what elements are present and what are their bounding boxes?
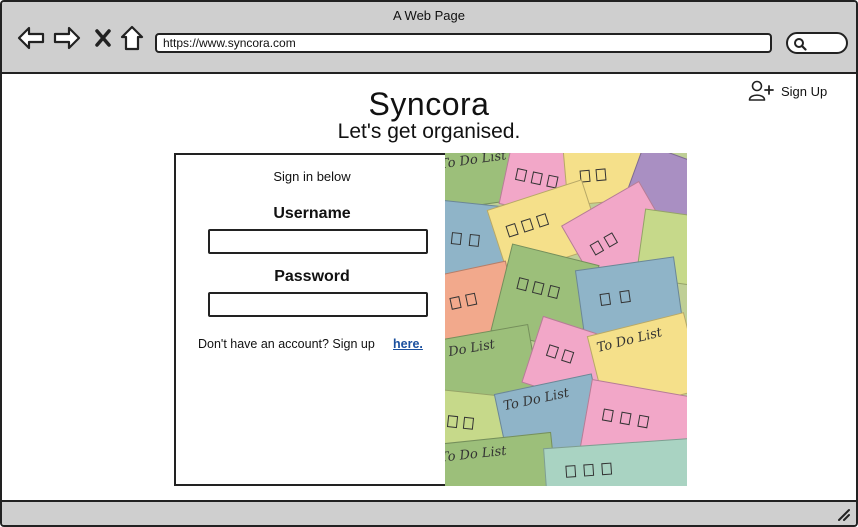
search-icon [794, 38, 807, 51]
brand-title: Syncora [368, 86, 490, 122]
forward-arrow-icon[interactable] [52, 24, 82, 52]
close-x-icon[interactable] [92, 24, 114, 52]
password-input[interactable] [208, 292, 428, 317]
browser-chrome: A Web Page https://www.syncora.com [2, 2, 856, 74]
status-bar [2, 500, 856, 525]
login-panel: Sign in below Username Password Don't ha… [174, 153, 448, 486]
resize-grip-icon[interactable] [836, 507, 850, 521]
home-icon[interactable] [119, 24, 145, 52]
username-input[interactable] [208, 229, 428, 254]
password-label: Password [274, 268, 350, 285]
todo-notes-image: To Do List To Do List To Do List To Do L… [445, 153, 687, 486]
tagline: Let's get organised. [337, 120, 521, 143]
username-label: Username [273, 205, 351, 222]
note-text: To Do List [445, 337, 497, 363]
signin-caption: Sign in below [273, 169, 351, 184]
browser-window: A Web Page https://www.syncora.com Sign … [0, 0, 858, 527]
url-input[interactable]: https://www.syncora.com [155, 33, 772, 53]
signup-here-link[interactable]: here. [393, 337, 423, 351]
note-text: To Do List [445, 443, 508, 466]
window-title: A Web Page [392, 8, 466, 23]
browser-search-button[interactable] [786, 32, 848, 54]
back-arrow-icon[interactable] [16, 24, 46, 52]
no-account-text: Don't have an account? Sign up [198, 337, 375, 351]
note-text: To Do List [502, 385, 571, 415]
note-text: To Do List [445, 153, 508, 173]
